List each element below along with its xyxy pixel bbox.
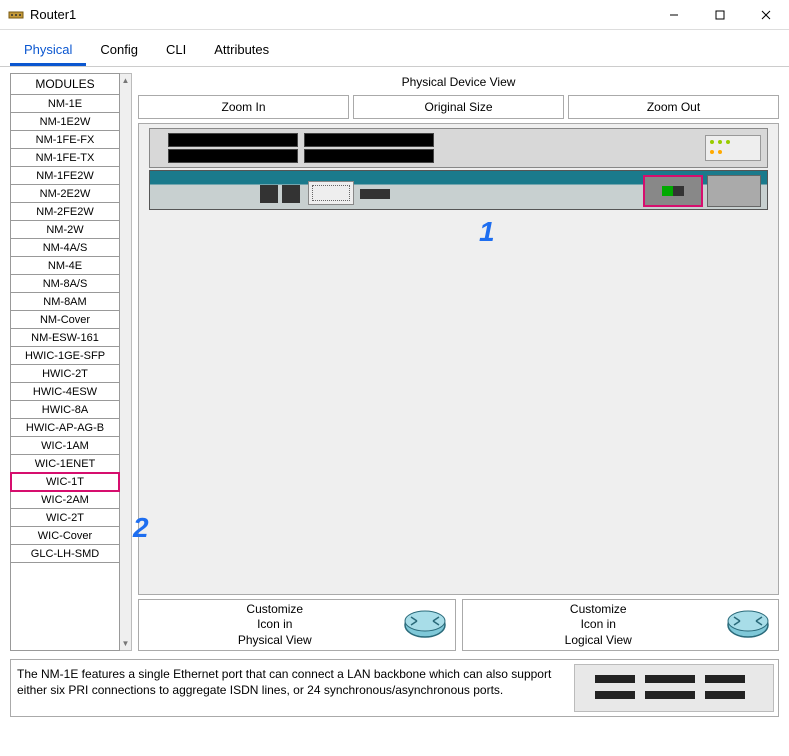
zoom-controls: Zoom In Original Size Zoom Out	[138, 95, 779, 119]
tab-cli[interactable]: CLI	[152, 36, 200, 66]
module-preview-image	[574, 664, 774, 712]
tab-attributes[interactable]: Attributes	[200, 36, 283, 66]
module-item[interactable]: HWIC-1GE-SFP	[11, 347, 119, 365]
module-item[interactable]: GLC-LH-SMD	[11, 545, 119, 563]
router-chassis[interactable]	[149, 170, 768, 210]
module-list: MODULES NM-1ENM-1E2WNM-1FE-FXNM-1FE-TXNM…	[10, 73, 120, 651]
module-item[interactable]: WIC-Cover	[11, 527, 119, 545]
window-controls	[651, 0, 789, 30]
window-title: Router1	[30, 7, 651, 22]
module-item[interactable]: NM-2E2W	[11, 185, 119, 203]
module-item[interactable]: NM-ESW-161	[11, 329, 119, 347]
tab-config[interactable]: Config	[86, 36, 152, 66]
zoom-out-button[interactable]: Zoom Out	[568, 95, 779, 119]
physical-device-view[interactable]: 1	[138, 123, 779, 595]
expansion-chassis[interactable]	[149, 128, 768, 168]
module-list-header: MODULES	[11, 74, 119, 95]
module-item[interactable]: NM-4A/S	[11, 239, 119, 257]
original-size-button[interactable]: Original Size	[353, 95, 564, 119]
module-description: The NM-1E features a single Ethernet por…	[15, 664, 566, 712]
module-item[interactable]: NM-8AM	[11, 293, 119, 311]
module-slot[interactable]	[304, 149, 434, 163]
scroll-down-icon[interactable]: ▼	[120, 637, 132, 650]
module-item[interactable]: NM-1FE-TX	[11, 149, 119, 167]
module-item[interactable]: NM-Cover	[11, 311, 119, 329]
customize-physical-label: Customize Icon in Physical View	[147, 602, 403, 649]
scroll-up-icon[interactable]: ▲	[120, 74, 132, 87]
tab-physical[interactable]: Physical	[10, 36, 86, 66]
right-panel: Physical Device View Zoom In Original Si…	[138, 73, 779, 651]
module-item[interactable]: WIC-1AM	[11, 437, 119, 455]
device-view-title: Physical Device View	[138, 73, 779, 91]
module-item[interactable]: NM-4E	[11, 257, 119, 275]
tab-bar: Physical Config CLI Attributes	[0, 30, 789, 67]
main-area: MODULES NM-1ENM-1E2WNM-1FE-FXNM-1FE-TXNM…	[0, 67, 789, 651]
customize-physical-button[interactable]: Customize Icon in Physical View	[138, 599, 456, 651]
maximize-button[interactable]	[697, 0, 743, 30]
app-icon	[8, 7, 24, 23]
module-slot[interactable]	[168, 149, 298, 163]
module-item[interactable]: NM-1FE2W	[11, 167, 119, 185]
module-item[interactable]: WIC-2T	[11, 509, 119, 527]
customize-logical-label: Customize Icon in Logical View	[471, 602, 727, 649]
module-item[interactable]: HWIC-4ESW	[11, 383, 119, 401]
customize-row: Customize Icon in Physical View Customiz…	[138, 599, 779, 651]
module-item[interactable]: HWIC-2T	[11, 365, 119, 383]
led-panel	[705, 135, 761, 161]
module-item[interactable]: WIC-2AM	[11, 491, 119, 509]
power-switch-area[interactable]	[643, 175, 703, 207]
window-titlebar: Router1	[0, 0, 789, 30]
module-item[interactable]: NM-1E2W	[11, 113, 119, 131]
power-supply	[707, 175, 761, 207]
module-item[interactable]: WIC-1ENET	[11, 455, 119, 473]
power-switch[interactable]	[662, 186, 684, 196]
module-slot[interactable]	[304, 133, 434, 147]
module-item[interactable]: NM-8A/S	[11, 275, 119, 293]
minimize-button[interactable]	[651, 0, 697, 30]
ethernet-ports[interactable]	[360, 189, 390, 199]
module-item[interactable]: NM-2W	[11, 221, 119, 239]
console-port[interactable]	[260, 185, 278, 203]
aux-port[interactable]	[282, 185, 300, 203]
module-item[interactable]: NM-1E	[11, 95, 119, 113]
module-item[interactable]: WIC-1T	[11, 473, 119, 491]
close-button[interactable]	[743, 0, 789, 30]
wic-slot[interactable]	[308, 181, 354, 205]
module-item[interactable]: NM-1FE-FX	[11, 131, 119, 149]
zoom-in-button[interactable]: Zoom In	[138, 95, 349, 119]
module-item[interactable]: HWIC-8A	[11, 401, 119, 419]
customize-logical-button[interactable]: Customize Icon in Logical View	[462, 599, 780, 651]
module-slot[interactable]	[168, 133, 298, 147]
module-item[interactable]: HWIC-AP-AG-B	[11, 419, 119, 437]
description-panel: The NM-1E features a single Ethernet por…	[10, 659, 779, 717]
router-icon	[403, 607, 447, 643]
annotation-1: 1	[479, 216, 495, 248]
module-scrollbar[interactable]: ▲ ▼	[120, 73, 132, 651]
module-item[interactable]: NM-2FE2W	[11, 203, 119, 221]
module-panel: MODULES NM-1ENM-1E2WNM-1FE-FXNM-1FE-TXNM…	[10, 73, 132, 651]
annotation-2: 2	[133, 512, 149, 544]
router-icon	[726, 607, 770, 643]
